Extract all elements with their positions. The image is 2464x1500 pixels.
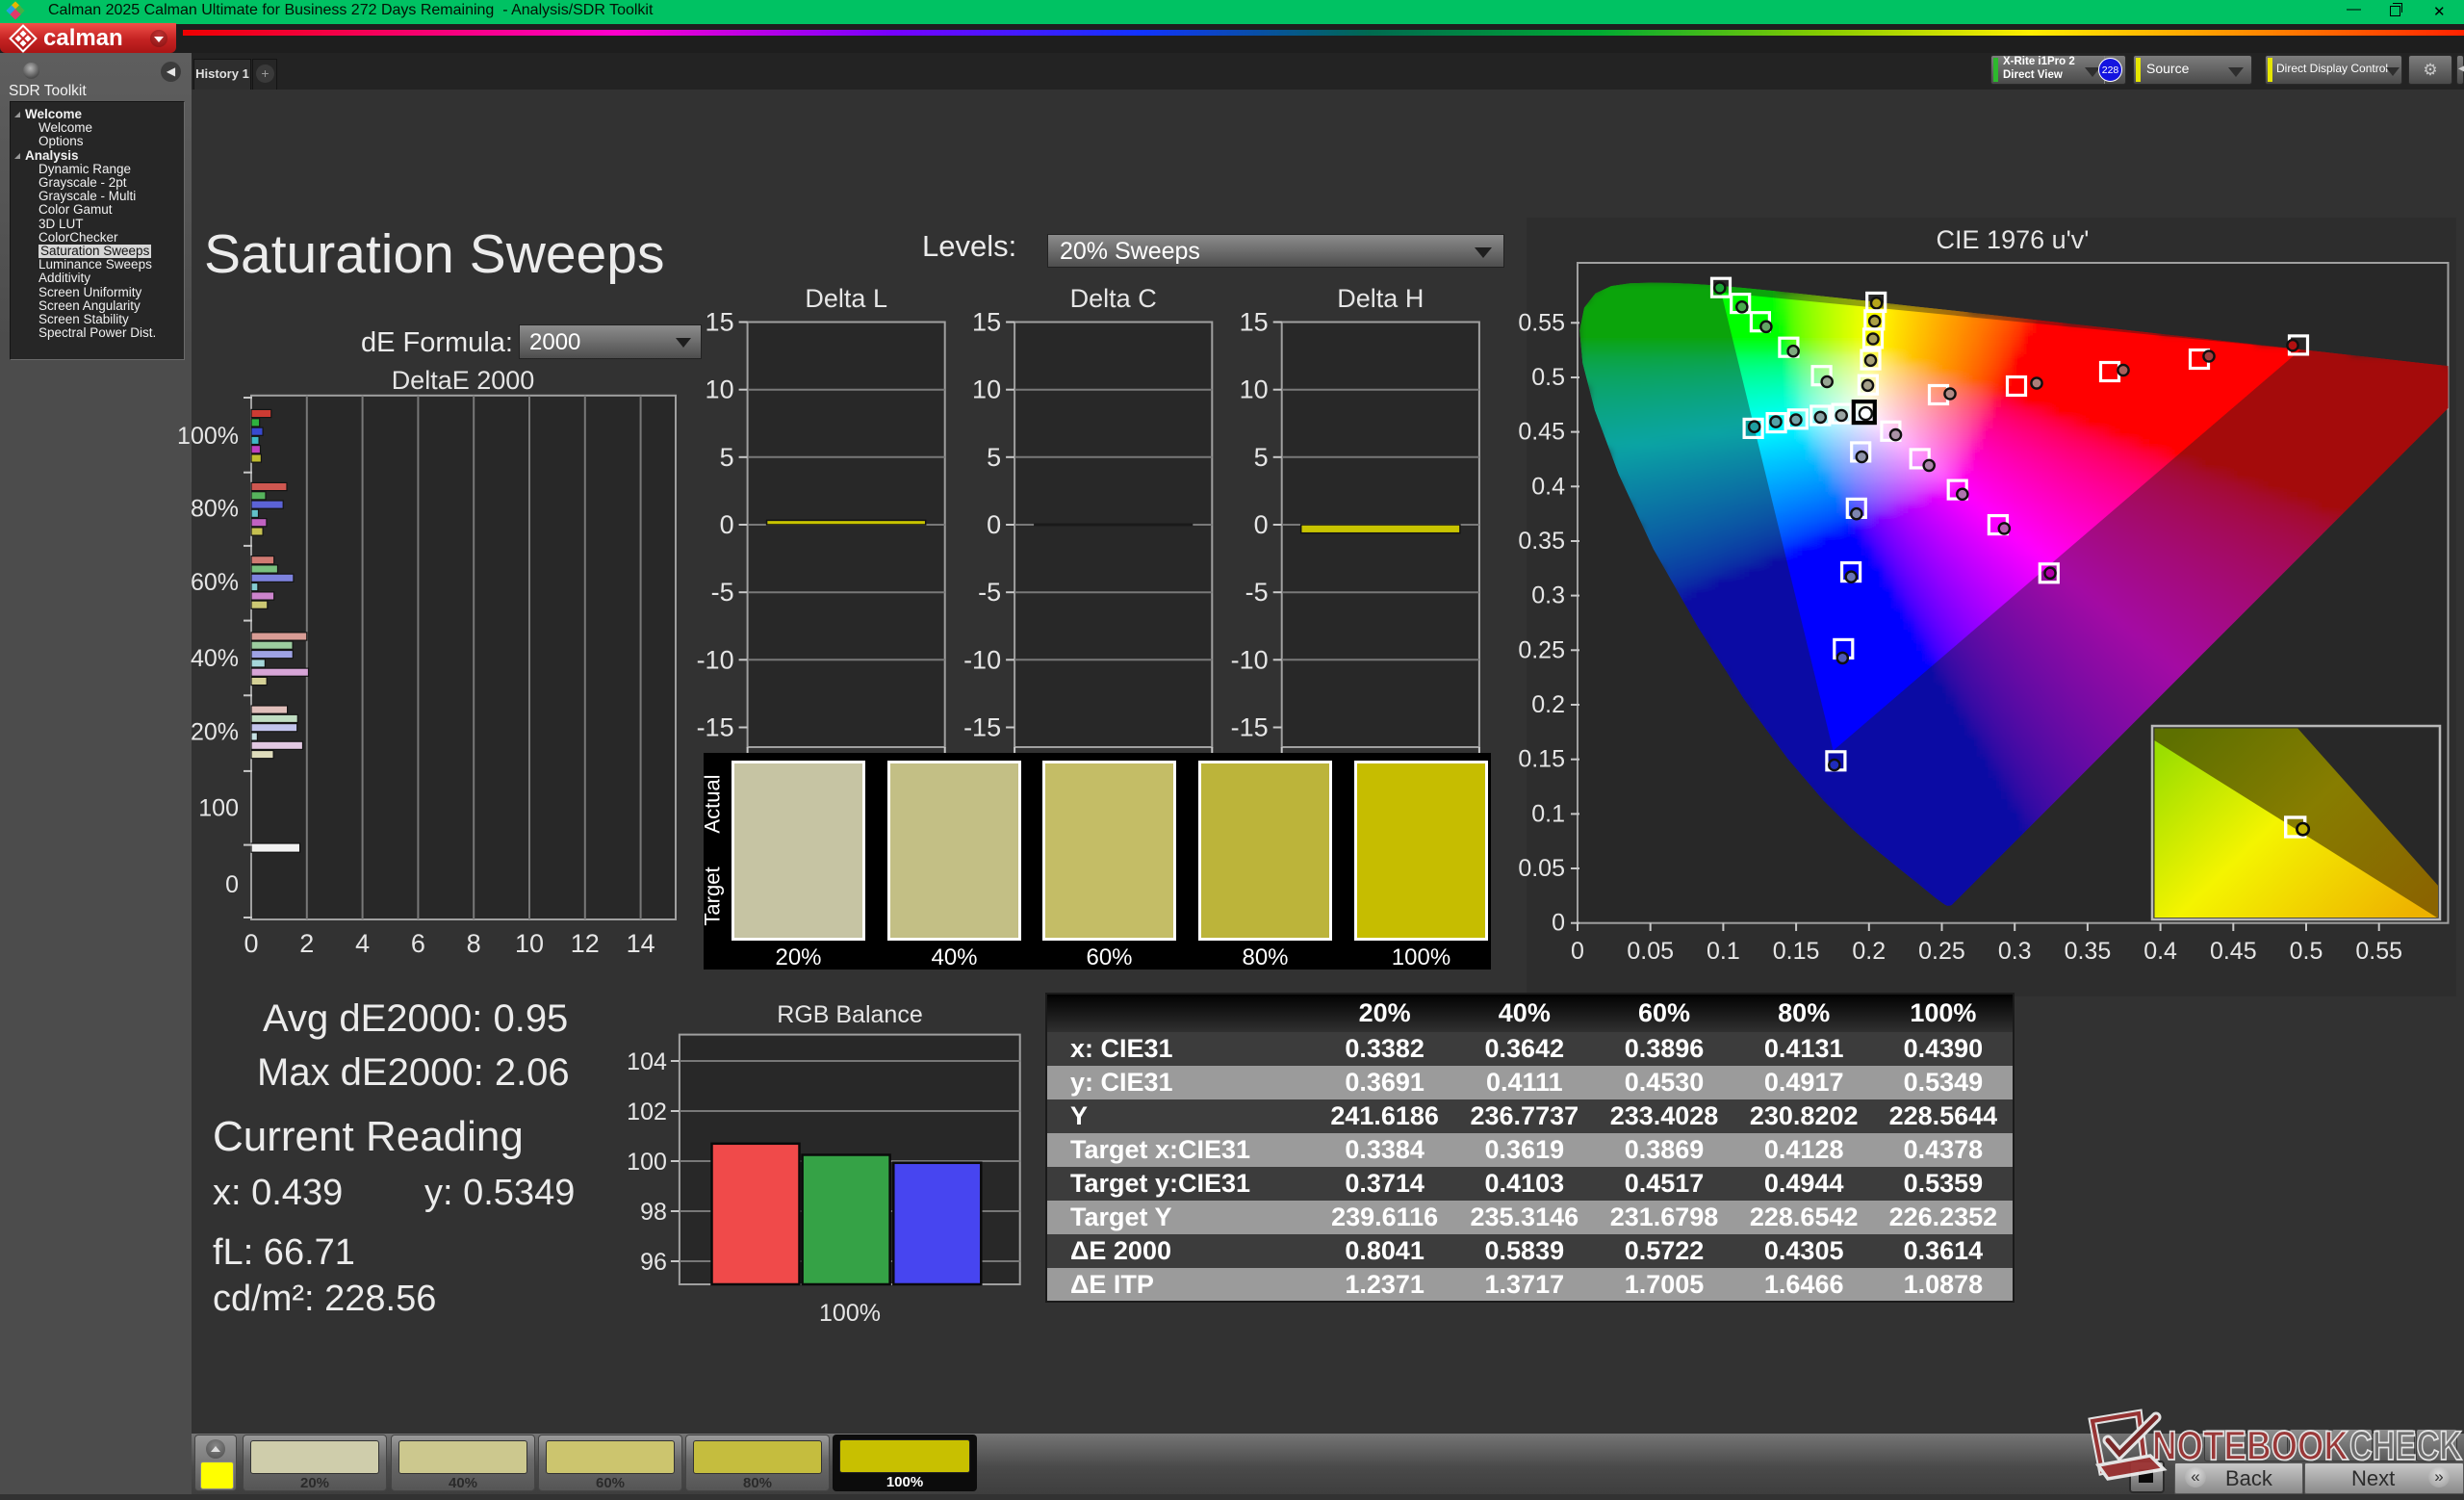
svg-text:0: 0 (225, 871, 239, 898)
svg-text:0: 0 (987, 510, 1001, 539)
svg-text:0.2: 0.2 (1531, 691, 1565, 718)
svg-text:15: 15 (1240, 308, 1269, 337)
svg-text:100: 100 (627, 1149, 667, 1176)
svg-text:0.25: 0.25 (1918, 938, 1965, 965)
svg-text:0.5: 0.5 (1531, 364, 1565, 391)
svg-text:10: 10 (1240, 375, 1269, 404)
svg-text:15: 15 (706, 308, 734, 337)
svg-text:RGB Balance: RGB Balance (777, 1001, 922, 1028)
svg-text:-5: -5 (978, 578, 1001, 607)
svg-text:14: 14 (627, 929, 655, 958)
svg-text:0.45: 0.45 (2210, 938, 2257, 965)
svg-text:0: 0 (720, 510, 734, 539)
svg-text:0: 0 (1254, 510, 1269, 539)
svg-text:5: 5 (987, 443, 1001, 472)
svg-text:Delta L: Delta L (805, 284, 887, 313)
svg-text:98: 98 (640, 1199, 667, 1226)
svg-text:2: 2 (299, 929, 314, 958)
svg-text:0.35: 0.35 (2065, 938, 2112, 965)
svg-text:-10: -10 (697, 645, 734, 674)
svg-text:100: 100 (198, 794, 239, 821)
svg-text:0.35: 0.35 (1518, 528, 1565, 555)
svg-text:-10: -10 (963, 645, 1001, 674)
svg-text:0: 0 (244, 929, 258, 958)
svg-text:0.05: 0.05 (1518, 855, 1565, 882)
svg-text:0.3: 0.3 (1531, 582, 1565, 609)
svg-text:-10: -10 (1231, 645, 1269, 674)
svg-text:100%: 100% (819, 1300, 881, 1327)
svg-text:CIE 1976 u'v': CIE 1976 u'v' (1937, 225, 2090, 254)
svg-text:102: 102 (627, 1099, 667, 1125)
svg-text:100%: 100% (177, 423, 239, 450)
svg-text:0.55: 0.55 (2355, 938, 2402, 965)
svg-text:Delta H: Delta H (1337, 284, 1424, 313)
svg-text:10: 10 (972, 375, 1001, 404)
svg-text:4: 4 (355, 929, 370, 958)
svg-text:60%: 60% (191, 569, 239, 596)
svg-text:8: 8 (467, 929, 481, 958)
svg-text:5: 5 (720, 443, 734, 472)
svg-text:0.4: 0.4 (1531, 473, 1565, 500)
svg-text:6: 6 (411, 929, 425, 958)
svg-text:96: 96 (640, 1249, 667, 1276)
svg-text:DeltaE 2000: DeltaE 2000 (392, 366, 535, 395)
svg-text:15: 15 (972, 308, 1001, 337)
svg-text:0.25: 0.25 (1518, 636, 1565, 663)
svg-text:-5: -5 (1245, 578, 1269, 607)
svg-text:104: 104 (627, 1048, 667, 1075)
svg-text:0: 0 (1571, 938, 1584, 965)
svg-text:0.05: 0.05 (1627, 938, 1674, 965)
svg-text:10: 10 (515, 929, 544, 958)
svg-text:NOTEBOOK: NOTEBOOK (2152, 1423, 2348, 1469)
svg-text:80%: 80% (191, 496, 239, 523)
svg-text:0.55: 0.55 (1518, 309, 1565, 336)
svg-text:-15: -15 (963, 713, 1001, 742)
svg-text:0.15: 0.15 (1773, 938, 1820, 965)
svg-text:Delta C: Delta C (1070, 284, 1157, 313)
svg-text:0.45: 0.45 (1518, 419, 1565, 446)
svg-text:-5: -5 (711, 578, 734, 607)
svg-text:0.15: 0.15 (1518, 746, 1565, 773)
svg-text:0.5: 0.5 (2290, 938, 2323, 965)
svg-text:0: 0 (1552, 910, 1565, 937)
svg-text:12: 12 (571, 929, 600, 958)
svg-text:40%: 40% (191, 645, 239, 672)
svg-text:0.3: 0.3 (1998, 938, 2032, 965)
svg-text:0.1: 0.1 (1531, 800, 1565, 827)
svg-text:-15: -15 (1231, 713, 1269, 742)
svg-text:0.4: 0.4 (2143, 938, 2177, 965)
svg-text:-15: -15 (697, 713, 734, 742)
svg-text:20%: 20% (191, 718, 239, 745)
svg-text:CHECK: CHECK (2349, 1423, 2462, 1469)
svg-text:0.2: 0.2 (1852, 938, 1886, 965)
svg-text:5: 5 (1254, 443, 1269, 472)
svg-text:0.1: 0.1 (1707, 938, 1740, 965)
svg-text:10: 10 (706, 375, 734, 404)
